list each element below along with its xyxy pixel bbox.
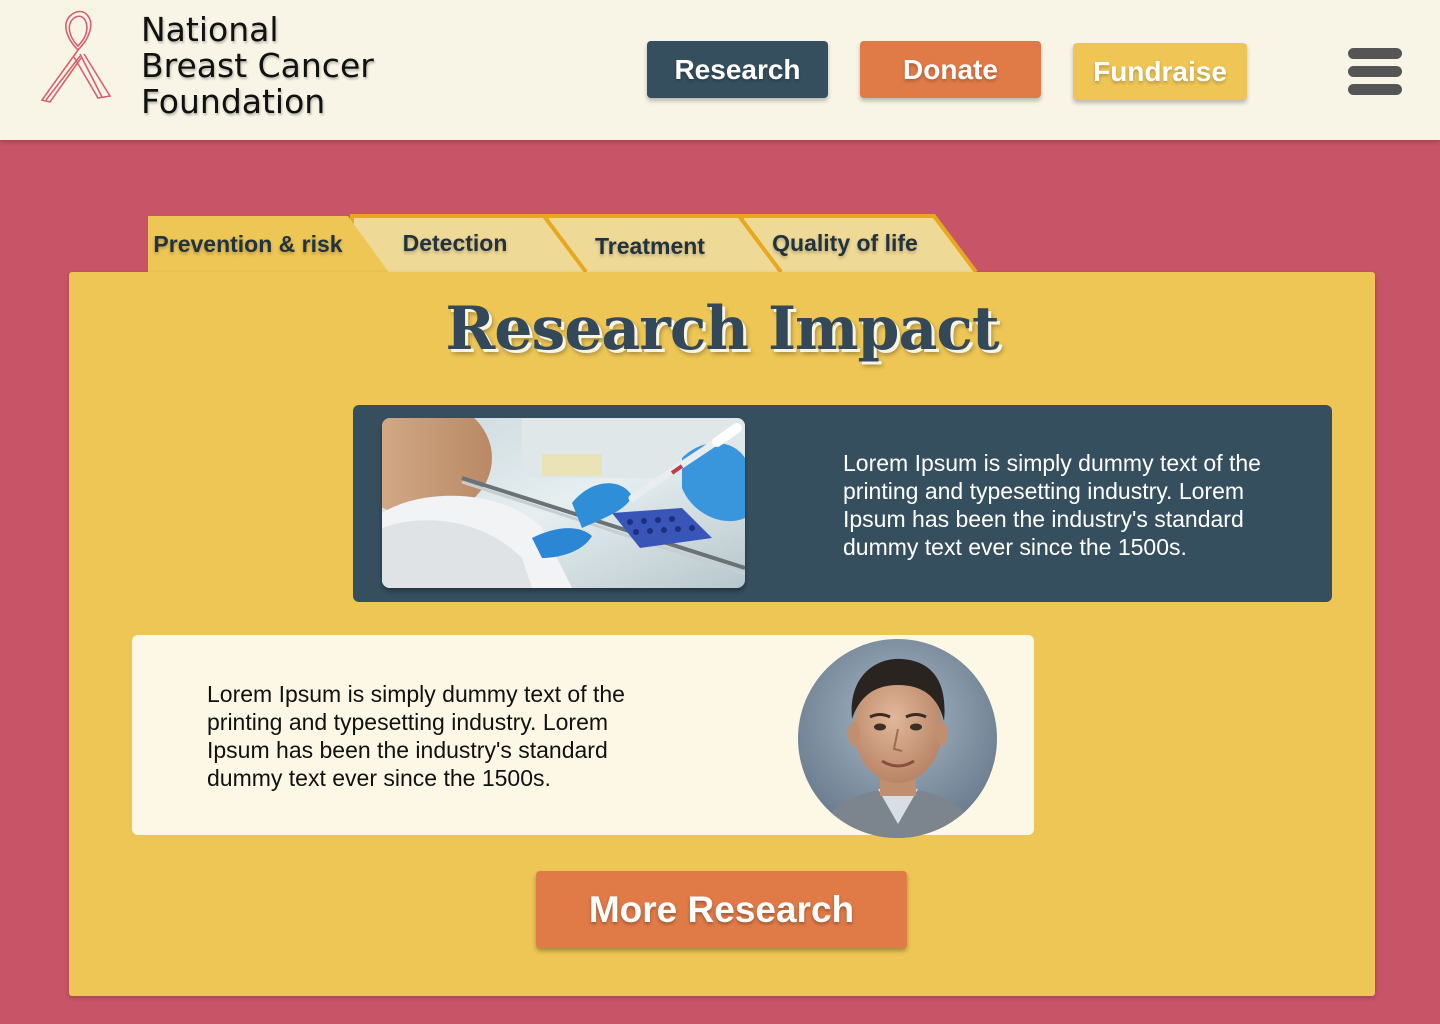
org-name-line-1: National — [141, 10, 279, 49]
tab-prevention-risk[interactable]: Prevention & risk — [148, 214, 393, 274]
lab-research-photo — [382, 418, 745, 588]
hamburger-menu-icon[interactable] — [1348, 48, 1402, 96]
research-button[interactable]: Research — [647, 41, 828, 98]
site-header: National Breast Cancer Foundation Resear… — [0, 0, 1440, 140]
org-name-line-2: Breast Cancer — [141, 46, 374, 85]
tab-label: Prevention & risk — [153, 230, 343, 257]
page-title: Research Impact — [445, 294, 999, 364]
more-research-button[interactable]: More Research — [536, 871, 907, 948]
donate-button[interactable]: Donate — [860, 41, 1041, 98]
research-card-text: Lorem Ipsum is simply dummy text of the … — [843, 450, 1261, 560]
researcher-card-text: Lorem Ipsum is simply dummy text of the … — [207, 681, 625, 791]
fundraise-button[interactable]: Fundraise — [1073, 43, 1247, 100]
pink-ribbon-icon[interactable] — [36, 10, 120, 106]
portrait-illustration — [798, 639, 997, 838]
org-name-line-3: Foundation — [141, 82, 326, 121]
organization-name[interactable]: National Breast Cancer Foundation — [141, 12, 374, 120]
researcher-portrait-photo — [798, 639, 997, 838]
lab-photo-illustration — [382, 418, 745, 588]
